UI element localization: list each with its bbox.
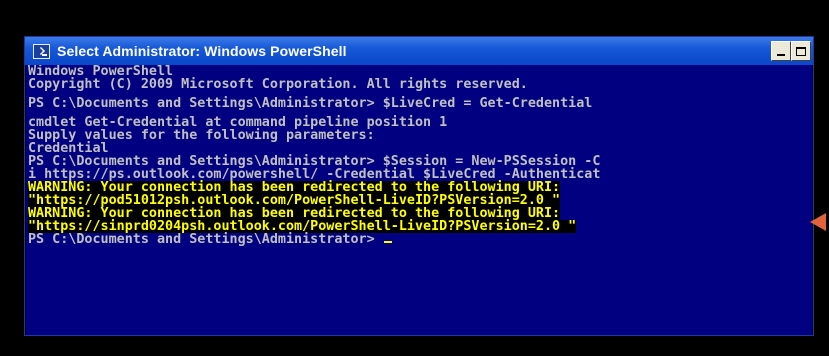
powershell-window[interactable]: Select Administrator: Windows PowerShell… — [24, 36, 814, 336]
minimize-icon — [777, 54, 785, 56]
maximize-icon — [796, 46, 806, 56]
console-line: Supply values for the following paramete… — [28, 128, 375, 143]
prompt-text: PS C:\Documents and Settings\Administrat… — [28, 232, 383, 247]
maximize-button[interactable] — [791, 41, 811, 61]
window-title: Select Administrator: Windows PowerShell — [57, 43, 347, 59]
console-line: PS C:\Documents and Settings\Administrat… — [28, 96, 593, 111]
callout-arrow-icon — [810, 213, 826, 231]
outer-background — [0, 0, 829, 20]
console-output[interactable]: Windows PowerShell Copyright (C) 2009 Mi… — [26, 65, 812, 335]
powershell-icon — [33, 43, 50, 59]
text-cursor — [383, 241, 392, 243]
prompt-line[interactable]: PS C:\Documents and Settings\Administrat… — [28, 233, 812, 246]
title-bar[interactable]: Select Administrator: Windows PowerShell — [25, 37, 813, 65]
minimize-button[interactable] — [771, 41, 791, 61]
console-line: Copyright (C) 2009 Microsoft Corporation… — [28, 77, 528, 92]
